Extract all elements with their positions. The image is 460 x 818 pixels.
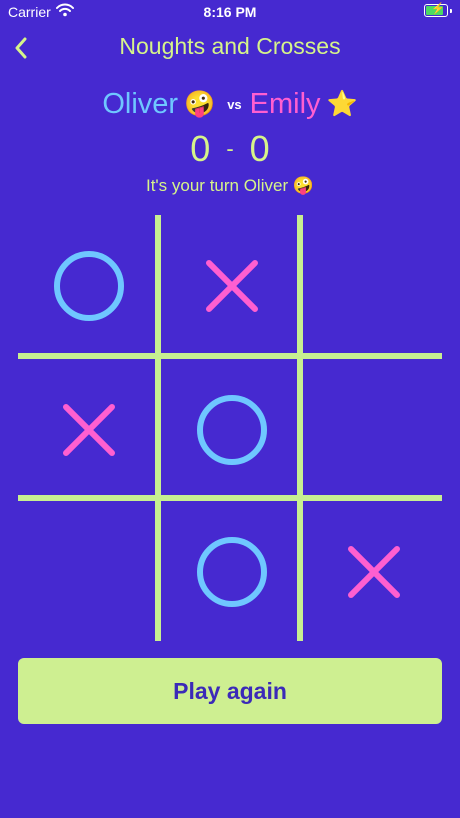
board-cell-1[interactable] bbox=[18, 215, 159, 357]
play-again-button[interactable]: Play again bbox=[18, 658, 442, 724]
status-time: 8:16 PM bbox=[203, 4, 257, 20]
cross-mark bbox=[62, 404, 115, 456]
player2-score: 0 bbox=[249, 128, 270, 169]
player1-emoji: 🤪 bbox=[184, 90, 216, 118]
players-header: Oliver 🤪 vs Emily ⭐ bbox=[0, 88, 460, 121]
board-cell-4[interactable] bbox=[18, 359, 159, 501]
status-bar: Carrier 8:16 PM ⚡ bbox=[0, 0, 460, 24]
game-board bbox=[18, 215, 442, 641]
board-cell-3[interactable] bbox=[303, 215, 444, 357]
score-separator: - bbox=[226, 136, 234, 161]
board-cell-9[interactable] bbox=[303, 501, 444, 643]
battery-icon: ⚡ bbox=[424, 3, 452, 17]
cross-mark bbox=[347, 546, 400, 598]
nought-mark bbox=[196, 537, 267, 607]
vs-label: vs bbox=[227, 97, 242, 112]
board-cell-7[interactable] bbox=[18, 501, 159, 643]
cross-mark bbox=[205, 260, 258, 312]
player1-name: Oliver bbox=[102, 88, 179, 120]
player1-score: 0 bbox=[190, 128, 211, 169]
player2-name: Emily bbox=[249, 88, 321, 120]
page-title: Noughts and Crosses bbox=[119, 33, 341, 59]
scoreboard: 0 - 0 bbox=[0, 128, 460, 170]
turn-message: It's your turn Oliver 🤪 bbox=[145, 176, 314, 195]
nought-mark bbox=[196, 395, 267, 465]
board-cell-2[interactable] bbox=[161, 215, 302, 357]
nought-mark bbox=[53, 251, 124, 321]
board-cell-8[interactable] bbox=[161, 501, 302, 643]
player2-emoji: ⭐ bbox=[326, 90, 358, 118]
board-cell-6[interactable] bbox=[303, 359, 444, 501]
board-cell-5[interactable] bbox=[161, 359, 302, 501]
